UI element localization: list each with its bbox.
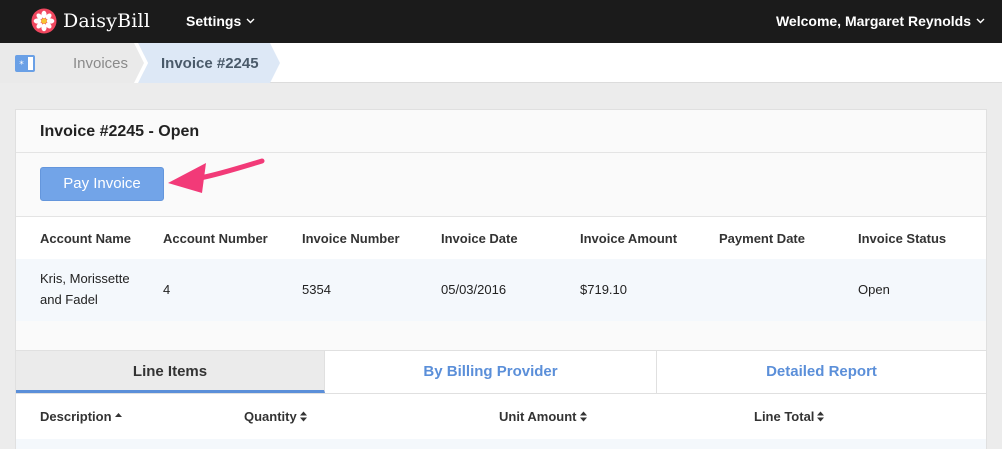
- sort-ascending-icon: [114, 413, 122, 417]
- user-menu[interactable]: Welcome, Margaret Reynolds: [776, 13, 985, 29]
- quantity-label: Quantity: [244, 409, 297, 424]
- tab-detailed-report[interactable]: Detailed Report: [657, 351, 986, 393]
- invoice-title: Invoice #2245 - Open: [40, 123, 200, 140]
- column-header-invoice-status: Invoice Status: [858, 231, 947, 246]
- welcome-text: Welcome, Margaret Reynolds: [775, 13, 971, 29]
- chevron-down-icon: [976, 18, 985, 24]
- column-header-account-name: Account Name: [40, 231, 132, 246]
- invoice-number-value: 5354: [302, 282, 331, 297]
- tab-line-items[interactable]: Line Items: [16, 351, 325, 393]
- account-number-value: 4: [163, 282, 171, 297]
- account-name-line1: Kris, Morissette: [40, 271, 130, 286]
- column-header-payment-date: Payment Date: [719, 231, 805, 246]
- column-header-description[interactable]: Description: [40, 409, 122, 424]
- column-header-quantity[interactable]: Quantity: [244, 409, 307, 424]
- line-total-label: Line Total: [754, 409, 815, 424]
- column-header-unit-amount[interactable]: Unit Amount: [499, 409, 587, 424]
- sort-icon: [299, 411, 307, 422]
- column-header-line-total[interactable]: Line Total: [754, 409, 825, 424]
- annotation-arrow-icon: [168, 158, 265, 193]
- app-name: DaisyBill: [63, 10, 151, 32]
- invoice-date-value: 05/03/2016: [441, 282, 507, 297]
- invoice-tabs: Line Items By Billing Provider Detailed …: [16, 351, 986, 394]
- column-header-invoice-amount: Invoice Amount: [580, 231, 678, 246]
- account-name-line2: and Fadel: [40, 292, 98, 307]
- top-navigation-bar: DaisyBill Settings Welcome, Margaret Rey…: [0, 0, 1002, 43]
- pay-invoice-button[interactable]: Pay Invoice: [40, 167, 164, 201]
- invoice-info-row: Kris, Morissette and Fadel 4 5354 05/03/…: [16, 259, 986, 321]
- column-header-invoice-number: Invoice Number: [302, 231, 400, 246]
- line-items-body: [16, 439, 986, 449]
- line-items-table-header: Description Quantity Unit Amount Line To…: [16, 394, 986, 439]
- tab-by-billing-provider[interactable]: By Billing Provider: [325, 351, 657, 393]
- account-name-value: Kris, Morissette and Fadel: [40, 268, 130, 310]
- sort-icon: [817, 411, 825, 422]
- column-header-account-number: Account Number: [163, 231, 268, 246]
- breadcrumb-current: Invoice #2245: [138, 43, 280, 83]
- description-label: Description: [40, 409, 112, 424]
- invoice-status-value: Open: [858, 282, 890, 297]
- invoice-card: Invoice #2245 - Open Pay Invoice Account…: [15, 109, 987, 449]
- chevron-down-icon: [246, 18, 255, 24]
- breadcrumb: * Invoices Invoice #2245: [0, 43, 1002, 83]
- app-logo[interactable]: DaisyBill: [31, 8, 150, 34]
- settings-label: Settings: [186, 13, 242, 29]
- settings-menu[interactable]: Settings: [186, 13, 255, 29]
- sort-icon: [579, 411, 587, 422]
- invoice-header: Invoice #2245 - Open: [16, 110, 986, 153]
- invoice-info-header: Account Name Account Number Invoice Numb…: [16, 217, 986, 259]
- unit-amount-label: Unit Amount: [499, 409, 577, 424]
- section-divider: [16, 321, 986, 351]
- invoice-amount-value: $719.10: [580, 282, 627, 297]
- breadcrumb-current-label: Invoice #2245: [161, 55, 259, 72]
- invoice-actions: Pay Invoice: [16, 153, 986, 217]
- column-header-invoice-date: Invoice Date: [441, 231, 518, 246]
- daisy-flower-icon: [31, 8, 57, 34]
